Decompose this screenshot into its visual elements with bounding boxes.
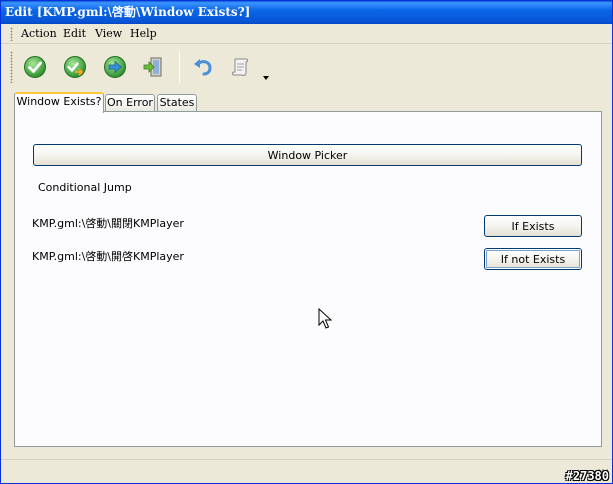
menubar-grip [10, 27, 13, 41]
toolbar-grip [10, 51, 13, 83]
window-picker-button[interactable]: Window Picker [33, 144, 582, 166]
jump-target-path: KMP.gml:\啓動\關閉KMPlayer [32, 217, 184, 230]
tab-label: On Error [107, 96, 153, 109]
arrow-right-icon [104, 56, 126, 78]
edit-window: Edit [KMP.gml:\啓動\Window Exists?] Action… [0, 0, 613, 484]
status-bar [1, 459, 612, 483]
if-not-exists-button[interactable]: If not Exists [484, 248, 582, 270]
watermark: #27380 [565, 469, 609, 483]
if-exists-button[interactable]: If Exists [484, 215, 582, 237]
ok-and-go-button[interactable] [61, 53, 89, 81]
exit-button[interactable] [139, 53, 167, 81]
mouse-cursor-icon [318, 307, 333, 333]
window-title: Edit [KMP.gml:\啓動\Window Exists?] [5, 5, 251, 19]
tab-on-error[interactable]: On Error [105, 94, 155, 112]
toolbar-separator [179, 51, 180, 83]
tab-label: States [159, 96, 195, 109]
menu-help[interactable]: Help [127, 26, 160, 42]
jump-target-path: KMP.gml:\啓動\開啓KMPlayer [32, 250, 184, 263]
tab-label: Window Exists? [16, 95, 102, 108]
script-button[interactable] [227, 53, 255, 81]
chevron-down-icon[interactable] [263, 76, 269, 80]
title-bar: Edit [KMP.gml:\啓動\Window Exists?] [1, 1, 612, 24]
menu-edit[interactable]: Edit [60, 26, 89, 42]
toolbar [1, 45, 612, 89]
exit-door-icon [143, 57, 162, 77]
ok-button[interactable] [21, 53, 49, 81]
scroll-icon [232, 58, 248, 76]
menu-action[interactable]: Action [18, 26, 60, 42]
undo-button[interactable] [189, 53, 217, 81]
conditional-jump-label: Conditional Jump [38, 181, 132, 194]
tab-window-exists[interactable]: Window Exists? [14, 92, 104, 113]
menu-bar: Action Edit View Help [1, 24, 612, 44]
check-arrow-icon [64, 56, 86, 78]
next-button[interactable] [101, 53, 129, 81]
tab-panel: Window Picker Conditional Jump KMP.gml:\… [14, 111, 602, 447]
undo-icon [194, 59, 212, 76]
check-icon [24, 56, 46, 78]
tab-states[interactable]: States [157, 94, 197, 112]
menu-view[interactable]: View [92, 26, 125, 42]
